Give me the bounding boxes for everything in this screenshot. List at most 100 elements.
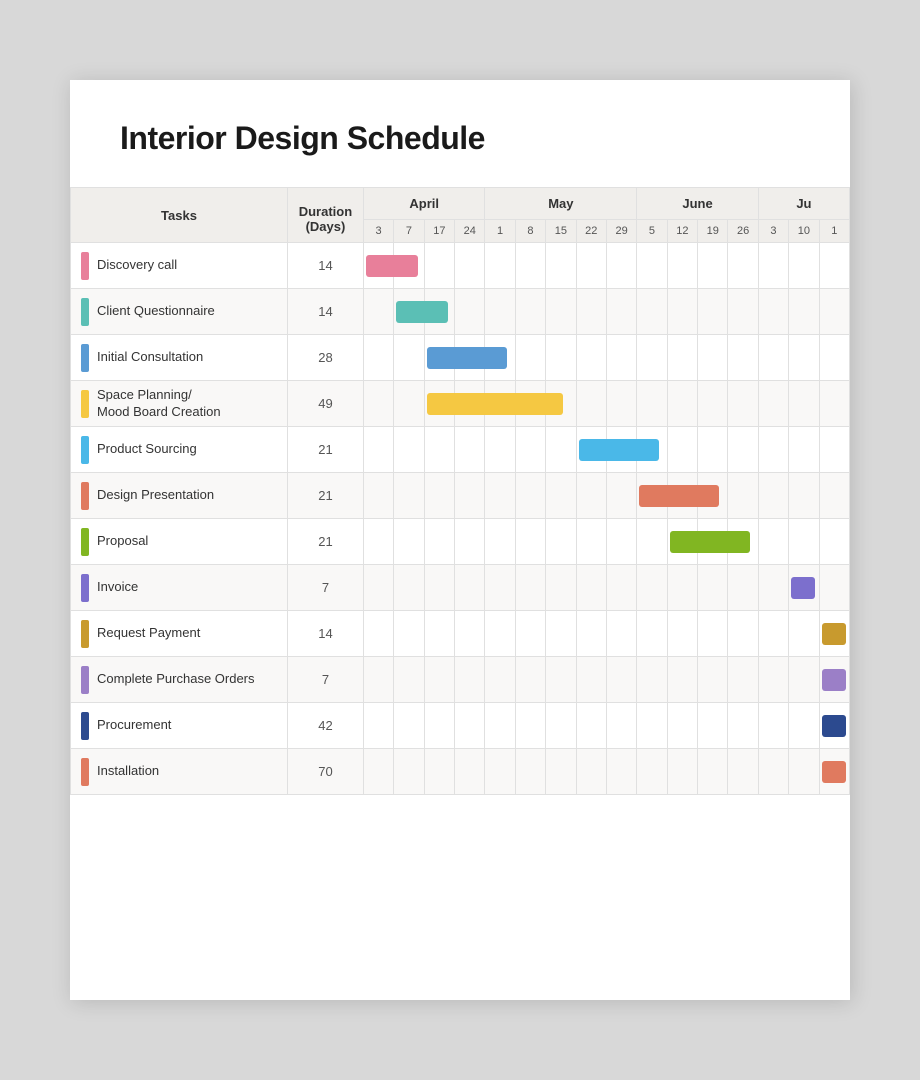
gantt-cell (394, 657, 424, 703)
gantt-cell (363, 243, 393, 289)
gantt-cell (637, 657, 667, 703)
gantt-cell (789, 749, 819, 795)
task-cell: Initial Consultation (71, 335, 288, 381)
gantt-cell (394, 703, 424, 749)
gantt-cell (637, 703, 667, 749)
april-header: April (363, 188, 485, 220)
day-col-5: 8 (515, 220, 545, 243)
gantt-bar (670, 531, 750, 553)
gantt-cell (576, 381, 606, 427)
gantt-cell (394, 611, 424, 657)
task-name-label: Invoice (97, 579, 138, 596)
gantt-cell (667, 657, 697, 703)
day-col-14: 10 (789, 220, 819, 243)
gantt-cell (455, 519, 485, 565)
gantt-cell (819, 703, 849, 749)
task-name-label: Client Questionnaire (97, 303, 215, 320)
gantt-cell (363, 381, 393, 427)
gantt-cell (789, 611, 819, 657)
gantt-cell (728, 427, 758, 473)
gantt-cell (789, 243, 819, 289)
gantt-cell (728, 289, 758, 335)
gantt-table: Tasks Duration(Days) April May June Ju 3… (70, 187, 850, 795)
tasks-header: Tasks (71, 188, 288, 243)
duration-cell: 14 (287, 243, 363, 289)
gantt-cell (637, 565, 667, 611)
duration-header: Duration(Days) (287, 188, 363, 243)
gantt-cell (394, 335, 424, 381)
june-header: June (637, 188, 759, 220)
header-months-row: Tasks Duration(Days) April May June Ju (71, 188, 850, 220)
gantt-cell (789, 657, 819, 703)
gantt-cell (698, 749, 728, 795)
gantt-cell (455, 243, 485, 289)
table-row: Initial Consultation 28 (71, 335, 850, 381)
gantt-cell (515, 611, 545, 657)
gantt-cell (819, 381, 849, 427)
task-name-label: Initial Consultation (97, 349, 203, 366)
gantt-cell (576, 473, 606, 519)
task-cell: Space Planning/ Mood Board Creation (71, 381, 288, 427)
gantt-cell (637, 289, 667, 335)
gantt-cell (546, 749, 576, 795)
gantt-cell (394, 565, 424, 611)
day-col-11: 19 (698, 220, 728, 243)
gantt-cell (424, 565, 454, 611)
may-header: May (485, 188, 637, 220)
task-color-indicator (81, 482, 89, 510)
gantt-cell (789, 565, 819, 611)
gantt-cell (606, 565, 636, 611)
day-col-4: 1 (485, 220, 515, 243)
day-col-8: 29 (606, 220, 636, 243)
task-name-label: Product Sourcing (97, 441, 197, 458)
gantt-cell (546, 657, 576, 703)
gantt-cell (515, 289, 545, 335)
table-row: Installation70 (71, 749, 850, 795)
gantt-cell (606, 749, 636, 795)
duration-cell: 28 (287, 335, 363, 381)
gantt-cell (758, 657, 788, 703)
duration-cell: 21 (287, 519, 363, 565)
gantt-cell (698, 381, 728, 427)
gantt-cell (424, 703, 454, 749)
gantt-cell (758, 749, 788, 795)
gantt-cell (424, 427, 454, 473)
duration-cell: 42 (287, 703, 363, 749)
gantt-cell (758, 381, 788, 427)
gantt-cell (637, 335, 667, 381)
day-col-10: 12 (667, 220, 697, 243)
gantt-cell (546, 473, 576, 519)
gantt-cell (515, 703, 545, 749)
gantt-cell (758, 473, 788, 519)
gantt-cell (789, 473, 819, 519)
gantt-bar (427, 393, 563, 415)
task-name-label: Proposal (97, 533, 148, 550)
gantt-cell (394, 381, 424, 427)
gantt-bar (822, 623, 846, 645)
gantt-cell (546, 243, 576, 289)
gantt-cell (515, 335, 545, 381)
gantt-bar (822, 669, 846, 691)
duration-cell: 14 (287, 611, 363, 657)
table-row: Product Sourcing21 (71, 427, 850, 473)
gantt-cell (363, 289, 393, 335)
gantt-cell (606, 243, 636, 289)
gantt-cell (424, 657, 454, 703)
gantt-bar (791, 577, 815, 599)
gantt-cell (606, 657, 636, 703)
gantt-cell (455, 749, 485, 795)
gantt-cell (819, 243, 849, 289)
gantt-cell (667, 243, 697, 289)
gantt-cell (576, 703, 606, 749)
gantt-cell (728, 243, 758, 289)
gantt-cell (667, 381, 697, 427)
task-cell: Design Presentation (71, 473, 288, 519)
gantt-cell (728, 703, 758, 749)
gantt-cell (758, 519, 788, 565)
task-cell: Invoice (71, 565, 288, 611)
gantt-cell (819, 749, 849, 795)
gantt-cell (758, 243, 788, 289)
gantt-cell (698, 289, 728, 335)
gantt-cell (819, 611, 849, 657)
gantt-cell (606, 289, 636, 335)
